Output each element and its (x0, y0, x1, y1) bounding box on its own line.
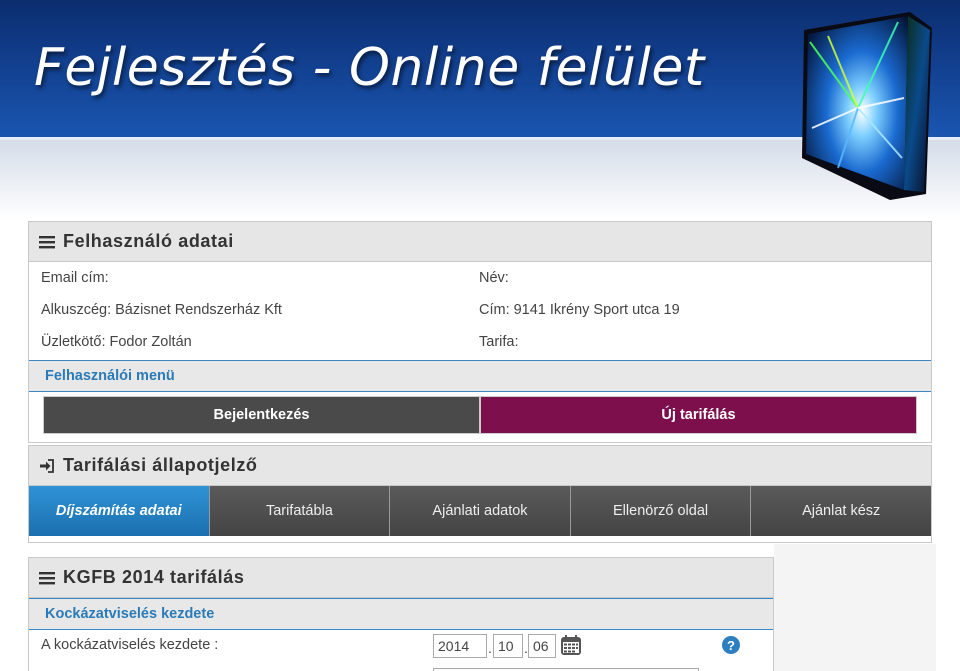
broker-row: Alkuszcég: Bázisnet Rendszerház Kft (41, 302, 282, 318)
email-label: Email cím: (41, 270, 109, 286)
step-tariff-table[interactable]: Tarifatábla (209, 486, 391, 536)
email-row: Email cím: (41, 270, 113, 286)
new-tariff-button[interactable]: Új tarifálás (480, 396, 917, 434)
start-day-input[interactable]: 06 (528, 634, 556, 658)
step-offer-data[interactable]: Ajánlati adatok (390, 486, 571, 536)
user-menu: Bejelentkezés Új tarifálás (29, 392, 931, 440)
sign-in-icon (39, 458, 57, 473)
light-tunnel-cube-image (802, 12, 932, 200)
tariff-status-panel: Tarifálási állapotjelző Díjszámítás adat… (28, 445, 932, 543)
date-separator: . (488, 640, 492, 656)
tariff-status-header: Tarifálási állapotjelző (29, 446, 931, 486)
step-fee-calculation[interactable]: Díjszámítás adatai (29, 486, 210, 536)
kgfb-panel: KGFB 2014 tarifálás Kockázatviselés kezd… (28, 557, 774, 671)
name-row: Név: (479, 270, 513, 286)
user-data-panel: Felhasználó adatai Email cím: Név: Alkus… (28, 221, 932, 443)
agent-label: Üzletkötő: (41, 334, 106, 350)
slide-title: Fejlesztés - Online felület (34, 38, 705, 98)
login-button[interactable]: Bejelentkezés (43, 396, 480, 434)
coverage-start-row: A kockázatviselés kezdete : 2014 . 10 . … (29, 630, 773, 662)
tariff-label: Tarifa: (479, 334, 519, 350)
broker-label: Alkuszcég: (41, 302, 112, 318)
user-data-title: Felhasználó adatai (63, 231, 234, 251)
hamburger-icon (39, 235, 57, 249)
address-label: Cím: (479, 302, 510, 318)
right-background-area (774, 544, 936, 671)
agent-value: Fodor Zoltán (109, 334, 192, 350)
user-info-grid: Email cím: Név: Alkuszcég: Bázisnet Rend… (29, 262, 931, 360)
help-icon[interactable]: ? (722, 636, 740, 654)
kgfb-header: KGFB 2014 tarifálás (29, 558, 773, 598)
agent-row: Üzletkötő: Fodor Zoltán (41, 334, 192, 350)
user-menu-heading: Felhasználói menü (29, 360, 931, 392)
step-review-page[interactable]: Ellenörző oldal (570, 486, 752, 536)
address-row: Cím: 9141 Ikrény Sport utca 19 (479, 302, 680, 318)
start-year-input[interactable]: 2014 (433, 634, 487, 658)
step-offer-ready[interactable]: Ajánlat kész (751, 486, 931, 536)
address-value: 9141 Ikrény Sport utca 19 (513, 302, 680, 318)
broker-value: Bázisnet Rendszerház Kft (115, 302, 282, 318)
coverage-start-label: A kockázatviselés kezdete : (41, 637, 219, 653)
coverage-start-heading: Kockázatviselés kezdete (29, 598, 773, 630)
start-month-input[interactable]: 10 (493, 634, 523, 658)
tariff-status-title: Tarifálási állapotjelző (63, 455, 258, 475)
user-data-header: Felhasználó adatai (29, 222, 931, 262)
tariff-steps: Díjszámítás adatai Tarifatábla Ajánlati … (29, 486, 931, 536)
name-label: Név: (479, 270, 509, 286)
tariff-row: Tarifa: (479, 334, 523, 350)
hamburger-icon (39, 571, 57, 585)
kgfb-title: KGFB 2014 tarifálás (63, 567, 245, 587)
calendar-icon[interactable] (560, 634, 582, 656)
